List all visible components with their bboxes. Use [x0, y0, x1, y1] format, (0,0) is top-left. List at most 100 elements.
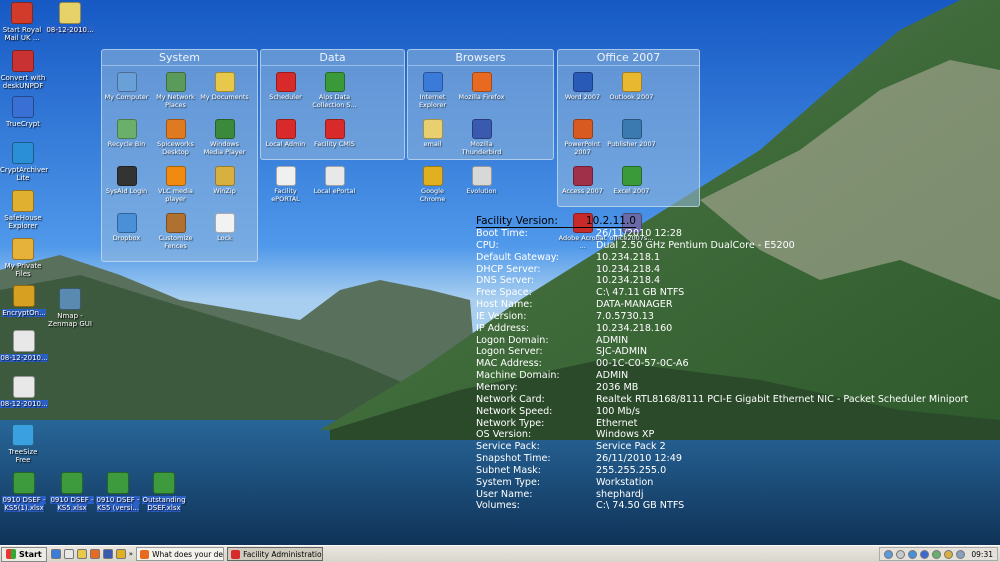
desktop-icon-label: TrueCrypt — [6, 120, 40, 128]
antivirus-tray-icon[interactable] — [944, 549, 954, 559]
fence-item-excel[interactable]: Excel 2007 — [607, 164, 656, 211]
bginfo-value: C:\ 47.11 GB NTFS — [596, 287, 685, 299]
private-folder-icon — [12, 238, 34, 260]
fence-item-spiceworks[interactable]: Spiceworks Desktop — [151, 117, 200, 164]
desktop-icon-file-08-12-b[interactable]: 08-12-2010... — [0, 330, 48, 362]
fence-item-my-network-places[interactable]: My Network Places — [151, 70, 200, 117]
desktop-icon-cryptarchiver[interactable]: CryptArchiver Lite — [0, 142, 49, 182]
fence-item-label: Local ePortal — [313, 187, 356, 195]
document-icon — [13, 330, 35, 352]
desktop-icon-convert-deskunpdf[interactable]: Convert with deskUNPDF — [0, 50, 46, 90]
task-label: Facility Administration - [... — [243, 549, 324, 559]
network-tray-icon[interactable] — [884, 549, 894, 559]
bginfo-value: SJC-ADMIN — [596, 346, 648, 358]
desktop-icon-label: CryptArchiver Lite — [0, 166, 49, 182]
thunderbird-icon — [471, 119, 492, 139]
desktop-icon-dsef-2[interactable]: 0910 DSEF - KS5.xlsx — [50, 472, 94, 512]
file-icon — [59, 2, 81, 24]
fence-item-local-eportal[interactable]: Local ePortal — [310, 164, 359, 211]
desktop-icon-start-royal-mail[interactable]: Start Royal Mail UK ... — [0, 2, 44, 42]
desktop-icon-label: 08-12-2010... — [0, 354, 48, 362]
fence-item-dropbox[interactable]: Dropbox — [102, 211, 151, 258]
fence-item-email[interactable]: email — [408, 117, 457, 164]
fence-item-sysaid[interactable]: SysAid Login — [102, 164, 151, 211]
desktop-icon-outstanding-dsef[interactable]: Outstanding DSEF.xlsx — [142, 472, 186, 512]
chrome-quicklaunch-icon[interactable] — [115, 549, 126, 559]
folder-quicklaunch-icon[interactable] — [76, 549, 87, 559]
lock-doc-icon — [214, 213, 235, 233]
desktop-icon-label: 0910 DSEF - KS5 (versi... — [96, 496, 140, 512]
task-button-facility-admin[interactable]: Facility Administration - [... — [227, 547, 324, 561]
fence-item-my-computer[interactable]: My Computer — [102, 70, 151, 117]
fence-item-ie[interactable]: Internet Explorer — [408, 70, 457, 117]
fence-item-customize-fences[interactable]: Customize Fences — [151, 211, 200, 258]
fence-item-scheduler[interactable]: Scheduler — [261, 70, 310, 117]
fence-item-winzip[interactable]: WinZip — [200, 164, 249, 211]
fence-item-label: My Documents — [200, 93, 249, 101]
ie-quicklaunch-icon[interactable] — [50, 549, 61, 559]
fence-item-recycle-bin[interactable]: Recycle Bin — [102, 117, 151, 164]
desktop-icon-encrypton[interactable]: EncryptOn... — [0, 285, 48, 317]
fence-item-wmp[interactable]: Windows Media Player — [200, 117, 249, 164]
fence-item-chrome[interactable]: Google Chrome — [408, 164, 457, 211]
bginfo-key: Default Gateway: — [476, 251, 560, 263]
network-icon — [165, 72, 186, 92]
fence-item-local-admin[interactable]: Local Admin — [261, 117, 310, 164]
fence-item-thunderbird[interactable]: Mozilla Thunderbird — [457, 117, 506, 164]
fence-item-label: Access 2007 — [562, 187, 603, 195]
monitor-tray-icon[interactable] — [956, 549, 966, 559]
task-button-desktop-thread[interactable]: What does your desktop... — [136, 547, 225, 561]
fence-item-facility-eportal[interactable]: Facility ePORTAL — [261, 164, 310, 211]
scheduler-icon — [275, 72, 296, 92]
desktop-icon-treesize[interactable]: TreeSize Free — [0, 424, 46, 464]
quicklaunch-chevron-icon[interactable]: » — [129, 550, 133, 558]
firefox-quicklaunch-icon[interactable] — [89, 549, 100, 559]
bginfo-key: Network Type: — [476, 417, 545, 429]
desktop-quicklaunch-icon[interactable] — [63, 549, 74, 559]
desktop-icon-dsef-1[interactable]: 0910 DSEF - KS5(1).xlsx — [2, 472, 46, 512]
start-button[interactable]: Start — [1, 546, 47, 562]
volume-tray-icon[interactable] — [896, 549, 906, 559]
dropbox-tray-icon[interactable] — [908, 549, 918, 559]
fence-title: Data — [261, 50, 404, 66]
fence-item-word[interactable]: Word 2007 — [558, 70, 607, 117]
sync-tray-icon[interactable] — [932, 549, 942, 559]
facility-icon — [231, 549, 241, 559]
fence-item-access[interactable]: Access 2007 — [558, 164, 607, 211]
fence-item-label: PowerPoint 2007 — [564, 140, 601, 156]
desktop-icon-dsef-3[interactable]: 0910 DSEF - KS5 (versi... — [96, 472, 140, 512]
desktop-icon-truecrypt[interactable]: TrueCrypt — [0, 96, 46, 128]
taskbar: Start » What does your desktop... Facili… — [0, 545, 1000, 562]
bginfo-row: Network Type: Ethernet — [476, 418, 968, 430]
bginfo-value: 10.234.218.4 — [596, 263, 661, 275]
bginfo-row: Boot Time: 26/11/2010 12:28 — [476, 228, 968, 240]
security-tray-icon[interactable] — [920, 549, 930, 559]
fence-item-powerpoint[interactable]: PowerPoint 2007 — [558, 117, 607, 164]
fence-item-label: Local Admin — [265, 140, 306, 148]
fence-items: Scheduler Alps Data Collection S... Loca… — [261, 66, 404, 211]
fence-item-publisher[interactable]: Publisher 2007 — [607, 117, 656, 164]
system-tray: 09:31 — [879, 547, 998, 561]
fence-item-lock[interactable]: Lock — [200, 211, 249, 258]
desktop-icon-file-08-12-c[interactable]: 08-12-2010... — [0, 376, 48, 408]
fence-item-label: Spiceworks Desktop — [157, 140, 194, 156]
fence-item-outlook[interactable]: Outlook 2007 — [607, 70, 656, 117]
desktop-icon-nmap[interactable]: Nmap - Zenmap GUI — [48, 288, 92, 328]
fence-item-alps[interactable]: Alps Data Collection S... — [310, 70, 359, 117]
fences-icon — [165, 213, 186, 233]
desktop-icon-safehouse[interactable]: SafeHouse Explorer — [0, 190, 46, 230]
desktop-icon-label: 0910 DSEF - KS5.xlsx — [50, 496, 94, 512]
excel-file-icon — [61, 472, 83, 494]
desktop-icon-file-08-12-a[interactable]: 08-12-2010... — [44, 2, 96, 34]
thunderbird-quicklaunch-icon[interactable] — [102, 549, 113, 559]
documents-folder-icon — [214, 72, 235, 92]
fence-item-firefox[interactable]: Mozilla Firefox — [457, 70, 506, 117]
fence-item-facility-cmis[interactable]: Facility CMIS — [310, 117, 359, 164]
fence-item-evolution[interactable]: Evolution — [457, 164, 506, 211]
desktop-icon-my-private-files[interactable]: My Private Files — [0, 238, 46, 278]
clock[interactable]: 09:31 — [971, 550, 993, 559]
fence-item-my-documents[interactable]: My Documents — [200, 70, 249, 117]
royal-mail-icon — [11, 2, 33, 24]
fence-item-vlc[interactable]: VLC media player — [151, 164, 200, 211]
bginfo-value: 7.0.5730.13 — [596, 310, 654, 322]
